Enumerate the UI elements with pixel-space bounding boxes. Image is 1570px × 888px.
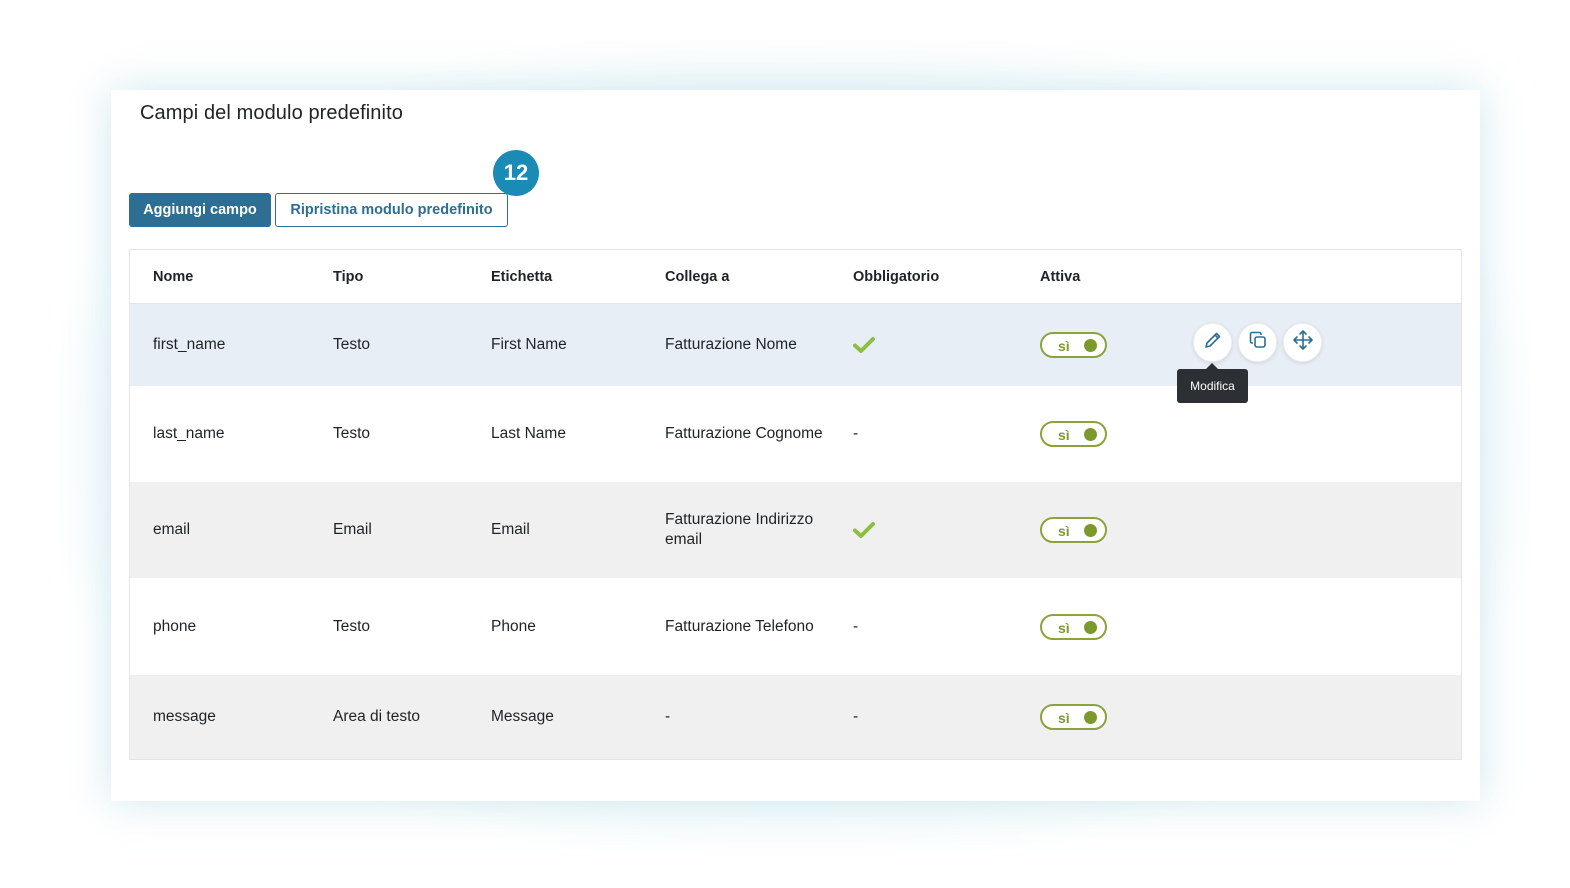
- table-row[interactable]: phone Testo Phone Fatturazione Telefono …: [130, 578, 1461, 675]
- column-header-required: Obbligatorio: [853, 268, 940, 285]
- move-button[interactable]: [1283, 323, 1322, 362]
- toggle-knob: [1084, 339, 1097, 352]
- field-link: Fatturazione Cognome: [665, 425, 823, 442]
- column-header-type: Tipo: [333, 268, 364, 285]
- step-number-badge: 12: [493, 150, 539, 196]
- field-name: first_name: [153, 336, 226, 353]
- toggle-label: sì: [1058, 338, 1070, 354]
- field-required: -: [853, 708, 859, 725]
- field-label: Email: [491, 521, 530, 538]
- edit-tooltip: Modifica: [1177, 363, 1248, 403]
- field-type: Testo: [333, 425, 371, 442]
- field-label: Message: [491, 708, 554, 725]
- field-name: message: [153, 708, 216, 725]
- duplicate-icon: [1248, 330, 1268, 355]
- toggle-label: sì: [1058, 619, 1070, 636]
- field-link: Fatturazione Telefono: [665, 617, 814, 635]
- table-row[interactable]: message Area di testo Message - - sì: [130, 675, 1461, 759]
- field-label: Phone: [491, 617, 536, 635]
- field-name: phone: [153, 617, 197, 635]
- form-fields-panel: Campi del modulo predefinito Aggiungi ca…: [111, 90, 1480, 801]
- field-label: Last Name: [491, 425, 566, 442]
- edit-button[interactable]: [1193, 323, 1232, 362]
- active-toggle-cell: sì: [1040, 675, 1107, 759]
- move-icon: [1292, 329, 1314, 356]
- toggle-knob: [1084, 428, 1097, 441]
- field-type: Testo: [333, 617, 371, 635]
- toggle-label: sì: [1058, 523, 1070, 539]
- checkmark-icon: [853, 482, 875, 578]
- toggle-knob: [1084, 620, 1097, 634]
- table-header-row: Nome Tipo Etichetta Collega a Obbligator…: [130, 250, 1461, 304]
- toggle-label: sì: [1058, 710, 1070, 726]
- reset-default-form-button[interactable]: Ripristina modulo predefinito: [275, 193, 508, 227]
- field-type: Email: [333, 521, 372, 538]
- column-header-name: Nome: [153, 268, 194, 285]
- column-header-link: Collega a: [665, 268, 730, 285]
- active-toggle[interactable]: sì: [1040, 704, 1107, 730]
- active-toggle-cell: sì: [1040, 304, 1107, 386]
- field-required: -: [853, 425, 859, 442]
- fields-table: Nome Tipo Etichetta Collega a Obbligator…: [129, 249, 1462, 760]
- panel-title: Campi del modulo predefinito: [140, 102, 403, 124]
- field-required: -: [853, 617, 859, 635]
- pencil-icon: [1203, 330, 1223, 355]
- table-row[interactable]: email Email Email Fatturazione Indirizzo…: [130, 482, 1461, 578]
- field-label: First Name: [491, 336, 567, 353]
- field-type: Area di testo: [333, 708, 421, 725]
- field-link: Fatturazione Indirizzo email: [665, 511, 814, 548]
- row-actions: [1193, 323, 1322, 362]
- active-toggle[interactable]: sì: [1040, 421, 1107, 447]
- column-header-label: Etichetta: [491, 268, 553, 285]
- active-toggle-cell: sì: [1040, 482, 1107, 578]
- active-toggle[interactable]: sì: [1040, 517, 1107, 543]
- field-link: Fatturazione Nome: [665, 336, 797, 353]
- field-name: last_name: [153, 425, 225, 442]
- toggle-label: sì: [1058, 427, 1070, 443]
- table-row[interactable]: first_name Testo First Name Fatturazione…: [130, 304, 1461, 403]
- toggle-knob: [1084, 524, 1097, 537]
- column-header-active: Attiva: [1040, 268, 1081, 285]
- checkmark-icon: [853, 304, 875, 386]
- field-type: Testo: [333, 336, 371, 353]
- active-toggle[interactable]: sì: [1040, 613, 1107, 640]
- toggle-knob: [1084, 711, 1097, 724]
- active-toggle-cell: sì: [1040, 386, 1107, 482]
- duplicate-button[interactable]: [1238, 323, 1277, 362]
- field-link: -: [665, 708, 671, 725]
- table-row[interactable]: last_name Testo Last Name Fatturazione C…: [130, 386, 1461, 482]
- active-toggle[interactable]: sì: [1040, 332, 1107, 358]
- active-toggle-cell: sì: [1040, 578, 1107, 675]
- add-field-button[interactable]: Aggiungi campo: [129, 193, 271, 227]
- field-name: email: [153, 521, 191, 538]
